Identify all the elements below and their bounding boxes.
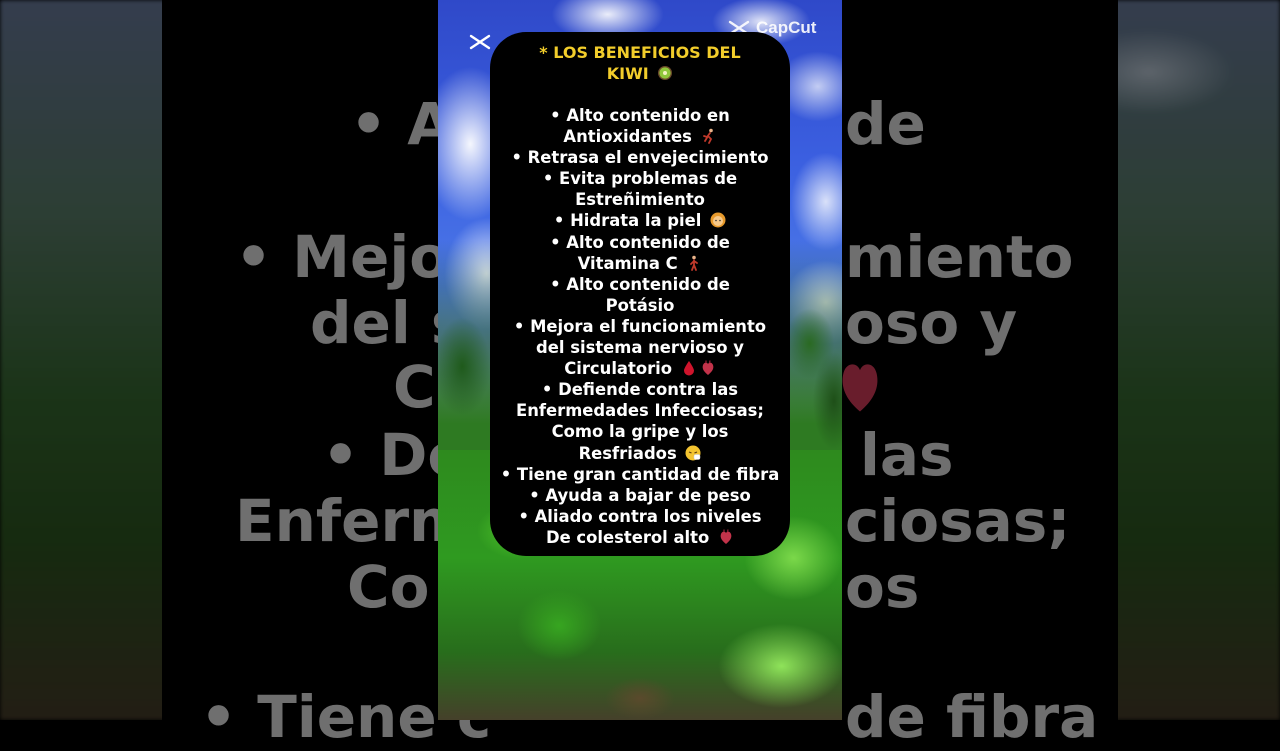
anatomical-heart-icon xyxy=(842,364,878,412)
benefit-line: del sistema nervioso y xyxy=(536,338,744,358)
benefit-line: Vitamina C xyxy=(577,253,678,273)
benefit-item: • Evita problemas de Estreñimiento xyxy=(490,168,790,210)
runner-icon xyxy=(702,128,713,144)
blood-drop-icon xyxy=(683,361,694,376)
benefit-line: Circulatorio xyxy=(564,359,673,379)
ghost-text-right: os xyxy=(845,553,920,621)
ghost-text-left: Co xyxy=(347,553,430,621)
ghost-text-right: miento xyxy=(845,223,1074,291)
benefit-item: • Alto contenido de Vitamina C xyxy=(490,232,790,274)
card-title-line: KIWI xyxy=(606,64,649,83)
benefit-line: • Evita problemas de xyxy=(542,169,738,189)
ghost-text-left: Enferm xyxy=(235,487,470,555)
benefit-line: Potásio xyxy=(605,295,675,315)
benefit-item: • Alto contenido de Potásio xyxy=(490,274,790,316)
benefit-line: Resfriados xyxy=(578,443,677,463)
ghost-text-right: ciosas; xyxy=(845,487,1071,555)
kiwi-icon xyxy=(658,66,673,80)
ghost-text-right: oso y xyxy=(845,289,1018,357)
benefit-line: Estreñimiento xyxy=(575,190,705,210)
benefit-line: • Alto contenido en xyxy=(550,106,730,125)
benefit-line: Antioxidantes xyxy=(563,127,692,147)
card-title: * LOS BENEFICIOS DEL KIWI xyxy=(490,42,790,84)
ghost-text-right: las xyxy=(860,421,954,489)
benefit-item: • Hidrata la piel xyxy=(490,210,790,231)
benefit-item: • Retrasa el envejecimiento xyxy=(490,147,790,168)
ghost-text-right: de xyxy=(845,90,926,158)
benefit-line: • Hidrata la piel xyxy=(553,211,702,231)
benefit-item: • Mejora el funcionamiento del sistema n… xyxy=(490,316,790,379)
anatomical-heart-icon xyxy=(720,529,732,544)
anatomical-heart-icon xyxy=(702,360,714,376)
benefit-line: • Mejora el funcionamiento xyxy=(513,316,767,336)
benefit-line: • Alto contenido de xyxy=(550,232,730,252)
benefit-item: • Defiende contra las Enfermedades Infec… xyxy=(490,379,790,463)
card-title-line: * LOS BENEFICIOS DEL xyxy=(539,43,741,62)
sneezing-face-icon xyxy=(685,445,701,460)
benefit-line: • Retrasa el envejecimiento xyxy=(511,148,769,168)
capcut-logo-icon xyxy=(469,34,491,50)
benefit-line: • Aliado contra los niveles xyxy=(518,506,762,526)
benefit-line: Enfermedades Infecciosas; xyxy=(516,401,764,421)
benefit-line: • Alto contenido de xyxy=(550,274,730,294)
benefit-line: De colesterol alto xyxy=(545,527,710,547)
ghost-text-right: de fibra xyxy=(845,683,1099,751)
walker-icon xyxy=(690,255,699,271)
benefit-item: • Tiene gran cantidad de fibra xyxy=(490,464,790,485)
benefit-line: • Tiene gran cantidad de fibra xyxy=(500,464,780,484)
video-frame: CapCut * LOS BENEFICIOS DEL KIWI • Alto … xyxy=(438,0,842,720)
ghost-text-left: • A xyxy=(350,90,453,158)
benefit-item: • Alto contenido en Antioxidantes xyxy=(490,105,790,147)
woman-face-icon xyxy=(710,212,726,228)
benefit-item: • Aliado contra los niveles De colestero… xyxy=(490,506,790,548)
benefits-card: * LOS BENEFICIOS DEL KIWI • Alto conteni… xyxy=(490,32,790,556)
benefit-line: • Ayuda a bajar de peso xyxy=(529,485,751,505)
benefit-line: • Defiende contra las xyxy=(541,380,739,400)
benefit-item: • Ayuda a bajar de peso xyxy=(490,485,790,506)
ghost-text-left: C xyxy=(393,353,436,421)
benefit-line: Como la gripe y los xyxy=(551,422,729,442)
